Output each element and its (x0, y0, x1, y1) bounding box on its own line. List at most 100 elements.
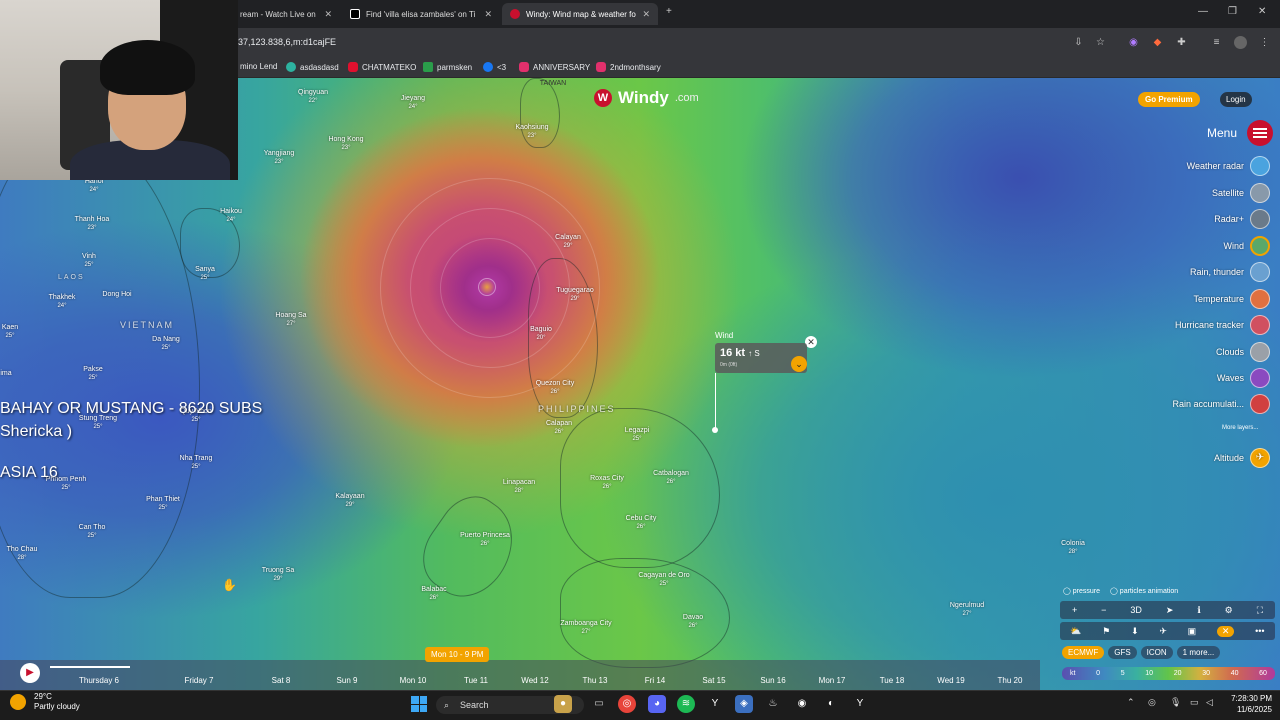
taskbar-clock[interactable]: 7:28:30 PM 11/6/2025 (1226, 693, 1272, 715)
map-tool-button[interactable]: ⬇ (1131, 626, 1139, 637)
bookmark-item[interactable]: ANNIVERSARY (519, 62, 590, 72)
chevron-down-icon[interactable]: ⌄ (791, 356, 807, 372)
steam-icon[interactable]: ♨ (764, 695, 782, 713)
tab-tiktok[interactable]: Find 'villa elisa zambales' on Ti ✕ (342, 3, 500, 25)
model-option[interactable]: GFS (1108, 646, 1137, 659)
timeline-day[interactable]: Tue 11 (464, 676, 488, 685)
map-control-button[interactable]: ⚙ (1225, 605, 1233, 616)
network-icon[interactable]: ▭ (1190, 697, 1199, 708)
timeline-day[interactable]: Sat 8 (272, 676, 291, 685)
go-premium-button[interactable]: Go Premium (1138, 92, 1200, 107)
timeline-day[interactable]: Tue 18 (880, 676, 905, 685)
restore-icon[interactable]: ❐ (1228, 6, 1237, 17)
close-tab-icon[interactable]: ✕ (642, 9, 650, 20)
current-time-badge[interactable]: Mon 10 - 9 PM (425, 647, 490, 662)
map-tool-button[interactable]: ✈ (1159, 626, 1167, 637)
reading-list-icon[interactable]: ≡ (1210, 36, 1223, 49)
chrome-icon[interactable]: ◎ (618, 695, 636, 713)
map-tool-button[interactable]: ✕ (1216, 625, 1235, 637)
close-tab-icon[interactable]: ✕ (324, 9, 332, 20)
minimize-icon[interactable]: — (1198, 6, 1208, 17)
layer-item[interactable]: Wind (1223, 236, 1270, 256)
discord-icon[interactable]: ◕ (648, 695, 666, 713)
map-tool-button[interactable]: ⛅ (1070, 626, 1081, 637)
more-layers-link[interactable]: More layers... (1222, 425, 1258, 431)
map-tool-button[interactable]: ••• (1255, 626, 1264, 636)
model-option[interactable]: ECMWF (1062, 646, 1105, 659)
timeline-day[interactable]: Sun 9 (337, 676, 358, 685)
tab-windy[interactable]: Windy: Wind map & weather fo ✕ (502, 3, 658, 25)
timeline-day[interactable]: Wed 19 (937, 676, 964, 685)
bookmark-item[interactable]: <3 (483, 62, 506, 72)
app-icon[interactable]: Y (851, 695, 869, 713)
layer-item[interactable]: Hurricane tracker (1175, 315, 1270, 335)
tray-app-icon[interactable]: ◎ (1148, 697, 1156, 708)
extension-icon[interactable]: ◆ (1151, 36, 1164, 49)
map-control-button[interactable]: ℹ (1197, 605, 1200, 616)
layer-item[interactable]: Clouds (1216, 342, 1270, 362)
timeline-day[interactable]: Mon 17 (819, 676, 846, 685)
model-option[interactable]: ICON (1140, 646, 1173, 659)
map-control-button[interactable]: 3D (1130, 605, 1142, 615)
layer-item[interactable]: Temperature (1193, 289, 1270, 309)
close-tab-icon[interactable]: ✕ (484, 9, 492, 20)
login-button[interactable]: Login (1220, 92, 1252, 107)
timeline-day[interactable]: Wed 12 (521, 676, 548, 685)
layer-item[interactable]: Rain accumulati... (1172, 394, 1270, 414)
timeline-day[interactable]: Thu 13 (583, 676, 608, 685)
map-control-button[interactable]: − (1101, 605, 1106, 615)
more-menu-icon[interactable]: ⋮ (1258, 36, 1271, 49)
location-pin[interactable] (712, 427, 718, 433)
new-tab-icon[interactable]: + (666, 6, 672, 17)
extension-icon[interactable]: ◉ (1127, 36, 1140, 49)
bookmark-item[interactable]: mino Lend (240, 62, 277, 71)
map-tool-button[interactable]: ▣ (1188, 626, 1197, 637)
tab-stream[interactable]: ream - Watch Live on ✕ (232, 3, 340, 25)
obs-icon[interactable]: ◉ (793, 695, 811, 713)
layer-item[interactable]: Weather radar (1187, 156, 1270, 176)
model-option[interactable]: 1 more... (1176, 646, 1221, 659)
url-field[interactable]: 37,123.838,6,m:d1cajFE (238, 37, 336, 47)
install-app-icon[interactable]: ⇩ (1072, 36, 1085, 49)
tray-chevron-icon[interactable]: ⌃ (1127, 697, 1135, 708)
map-control-button[interactable]: + (1072, 605, 1077, 615)
copilot-icon[interactable]: ● (554, 695, 572, 713)
app-icon[interactable]: ◈ (735, 695, 753, 713)
bookmark-item[interactable]: 2ndmonthsary (596, 62, 661, 72)
timeline-day[interactable]: Thursday 6 (79, 676, 119, 685)
spotify-icon[interactable]: ≋ (677, 695, 695, 713)
app-icon[interactable]: Y (706, 695, 724, 713)
profile-avatar-icon[interactable] (1234, 36, 1247, 49)
microphone-icon[interactable]: 🎙 (1170, 697, 1181, 708)
timeline-day[interactable]: Thu 20 (998, 676, 1023, 685)
volume-icon[interactable]: ◁ (1206, 697, 1213, 708)
layer-item[interactable]: Rain, thunder (1190, 262, 1270, 282)
bookmark-item[interactable]: parmsken (423, 62, 472, 72)
map-control-button[interactable]: ⛶ (1257, 605, 1263, 616)
layer-item[interactable]: Waves (1217, 368, 1270, 388)
play-icon[interactable]: ▶ (20, 663, 40, 683)
timeline-day[interactable]: Sat 15 (702, 676, 725, 685)
bookmark-item[interactable]: CHATMATEKO (348, 62, 416, 72)
extensions-puzzle-icon[interactable]: ✚ (1175, 36, 1188, 49)
timeline-day[interactable]: Fri 14 (645, 676, 665, 685)
hamburger-menu-icon[interactable] (1247, 120, 1273, 146)
bookmark-star-icon[interactable]: ☆ (1094, 36, 1107, 49)
particles-toggle[interactable]: ◯ particles animation (1110, 587, 1178, 595)
map-control-button[interactable]: ➤ (1166, 605, 1174, 616)
windy-logo[interactable]: W Windy .com (594, 88, 699, 108)
bookmark-item[interactable]: asdasdasd (286, 62, 339, 72)
layer-item[interactable]: Radar+ (1214, 209, 1270, 229)
app-icon[interactable]: ◐ (822, 695, 840, 713)
timeline-day[interactable]: Friday 7 (185, 676, 214, 685)
taskbar-weather[interactable]: 29°C Partly cloudy (10, 692, 80, 712)
close-window-icon[interactable]: ✕ (1258, 6, 1266, 17)
file-explorer-icon[interactable]: ▭ (590, 695, 608, 713)
timeline-day[interactable]: Mon 10 (400, 676, 427, 685)
menu-label[interactable]: Menu (1207, 126, 1237, 140)
altitude-button[interactable]: Altitude ✈ (1214, 448, 1270, 468)
pressure-toggle[interactable]: ◯ pressure (1063, 587, 1100, 595)
timeline-day[interactable]: Sun 16 (760, 676, 785, 685)
layer-item[interactable]: Satellite (1212, 183, 1270, 203)
map-tool-button[interactable]: ⚑ (1102, 626, 1110, 637)
